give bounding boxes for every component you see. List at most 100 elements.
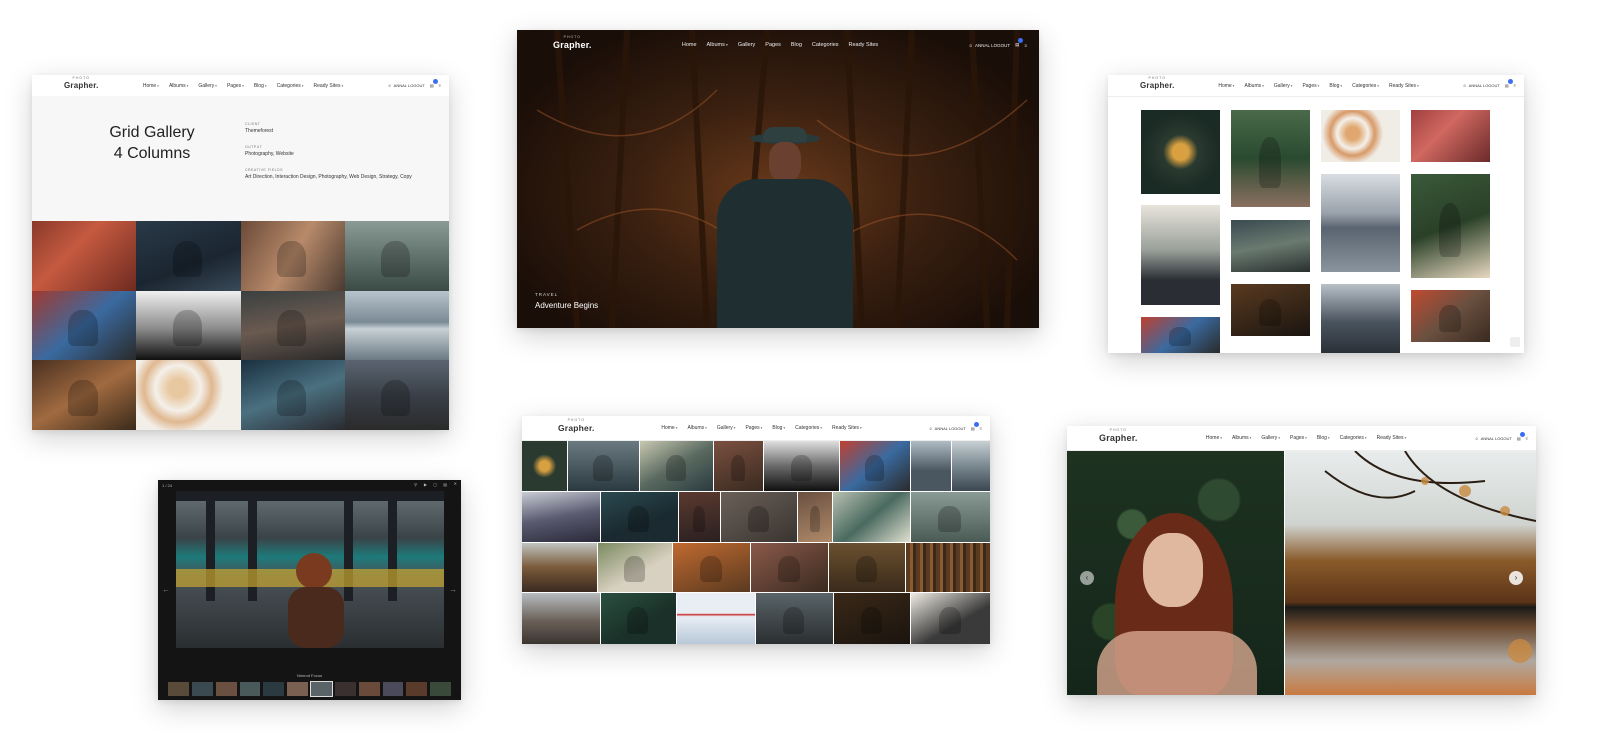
gallery-photo[interactable] (600, 491, 678, 542)
gallery-photo[interactable] (1231, 220, 1310, 272)
menu-item-albums[interactable]: Albums (687, 425, 706, 431)
menu-item-ready-sites[interactable]: Ready Sites (1377, 435, 1407, 441)
gallery-photo[interactable] (136, 360, 241, 430)
menu-item-pages[interactable]: Pages (765, 42, 781, 48)
slider-prev-button[interactable]: ‹ (1080, 571, 1094, 585)
menu-item-categories[interactable]: Categories (812, 42, 839, 48)
thumbnail[interactable] (382, 682, 404, 696)
thumbnail[interactable] (191, 682, 213, 696)
gallery-photo[interactable] (344, 290, 449, 361)
gallery-photo[interactable] (756, 593, 833, 644)
scroll-top-button[interactable] (1510, 337, 1520, 347)
gallery-photo[interactable] (522, 542, 598, 593)
hero-title[interactable]: Adventure Begins (535, 301, 598, 310)
gallery-photo[interactable] (1321, 110, 1400, 162)
gallery-photo[interactable] (714, 441, 764, 491)
user-icon[interactable]: ☺ (388, 83, 392, 88)
menu-item-gallery[interactable]: Gallery (717, 425, 736, 431)
gallery-photo[interactable] (951, 441, 990, 491)
gallery-photo[interactable] (600, 593, 677, 644)
cart-icon[interactable]: ▤ (1015, 38, 1024, 48)
menu-icon[interactable]: ≡ (439, 83, 441, 88)
gallery-photo[interactable] (751, 542, 829, 593)
next-arrow-icon[interactable]: → (449, 585, 457, 594)
thumbnail[interactable] (358, 682, 380, 696)
gallery-photo[interactable] (833, 593, 911, 644)
menu-item-home[interactable]: Home (1206, 435, 1222, 441)
thumbnail[interactable] (239, 682, 261, 696)
gallery-photo[interactable] (798, 491, 833, 542)
user-logout-link[interactable]: ANNAL LOGOUT (935, 426, 966, 431)
gallery-photo[interactable] (1141, 110, 1220, 194)
menu-item-home[interactable]: Home (143, 83, 159, 89)
gallery-photo[interactable] (911, 593, 990, 644)
thumbnail[interactable] (168, 682, 189, 696)
thumbnail[interactable] (263, 682, 285, 696)
gallery-photo[interactable] (840, 441, 911, 491)
gallery-photo[interactable] (1231, 110, 1310, 207)
gallery-photo[interactable] (906, 542, 990, 593)
gallery-photo[interactable] (679, 491, 720, 542)
menu-item-albums[interactable]: Albums (707, 42, 728, 48)
gallery-photo[interactable] (1411, 290, 1490, 342)
menu-item-gallery[interactable]: Gallery (198, 83, 217, 89)
gallery-photo[interactable] (32, 290, 137, 361)
cart-icon[interactable]: ▤ (971, 421, 979, 431)
thumbnail[interactable] (406, 682, 428, 696)
menu-item-pages[interactable]: Pages (1290, 435, 1307, 441)
gallery-photo[interactable] (344, 360, 449, 430)
play-icon[interactable]: ▶ (424, 482, 427, 487)
menu-item-categories[interactable]: Categories (277, 83, 304, 89)
gallery-photo[interactable] (1321, 174, 1400, 272)
gallery-photo[interactable] (598, 542, 673, 593)
gallery-photo[interactable] (910, 491, 990, 542)
gallery-photo[interactable] (32, 221, 137, 291)
gallery-photo[interactable] (1141, 317, 1220, 353)
user-logout-link[interactable]: ANNAL LOGOUT (394, 83, 425, 88)
close-icon[interactable]: ✕ (454, 481, 457, 486)
menu-item-ready-sites[interactable]: Ready Sites (849, 42, 879, 48)
gallery-photo[interactable] (677, 593, 756, 644)
menu-item-pages[interactable]: Pages (745, 425, 762, 431)
gallery-photo[interactable] (136, 221, 241, 291)
gallery-photo[interactable] (568, 441, 640, 491)
menu-item-gallery[interactable]: Gallery (738, 42, 755, 48)
menu-item-albums[interactable]: Albums (1232, 435, 1251, 441)
gallery-photo[interactable] (1411, 110, 1490, 162)
thumbnail-active[interactable] (310, 681, 333, 697)
user-icon[interactable]: ☺ (968, 43, 973, 48)
hero-category[interactable]: TRAVEL (535, 292, 598, 297)
menu-item-categories[interactable]: Categories (1340, 435, 1367, 441)
share-icon[interactable]: ▤ (443, 482, 447, 487)
gallery-photo[interactable] (240, 360, 345, 430)
gallery-photo[interactable] (522, 441, 568, 491)
slide-landscape[interactable] (1285, 451, 1536, 695)
gallery-photo[interactable] (829, 542, 906, 593)
gallery-photo[interactable] (833, 491, 910, 542)
menu-item-gallery[interactable]: Gallery (1261, 435, 1280, 441)
gallery-photo[interactable] (522, 593, 600, 644)
gallery-photo[interactable] (344, 221, 449, 291)
menu-item-pages[interactable]: Pages (227, 83, 244, 89)
user-logout-link[interactable]: ANNAL LOGOUT (1481, 436, 1512, 441)
gallery-photo[interactable] (240, 290, 345, 361)
gallery-photo[interactable] (1231, 284, 1310, 336)
menu-item-home[interactable]: Home (661, 425, 677, 431)
menu-item-blog[interactable]: Blog (254, 83, 267, 89)
zoom-icon[interactable]: ⚲ (414, 482, 417, 487)
menu-item-blog[interactable]: Blog (791, 42, 802, 48)
menu-item-ready-sites[interactable]: Ready Sites (832, 425, 862, 431)
menu-icon[interactable]: ≡ (980, 426, 982, 431)
slide-portrait[interactable] (1067, 451, 1284, 695)
gallery-photo[interactable] (136, 290, 241, 361)
gallery-photo[interactable] (240, 221, 345, 291)
thumbnail[interactable] (215, 682, 237, 696)
prev-arrow-icon[interactable]: ← (162, 585, 170, 594)
menu-icon[interactable]: ≡ (1526, 436, 1528, 441)
menu-item-ready-sites[interactable]: Ready Sites (314, 83, 344, 89)
site-logo[interactable]: PHOTO Grapher. (558, 418, 595, 433)
site-logo[interactable]: PHOTO Grapher. (64, 76, 99, 90)
thumbnail[interactable] (287, 682, 308, 696)
gallery-photo[interactable] (764, 441, 840, 491)
gallery-photo[interactable] (640, 441, 714, 491)
